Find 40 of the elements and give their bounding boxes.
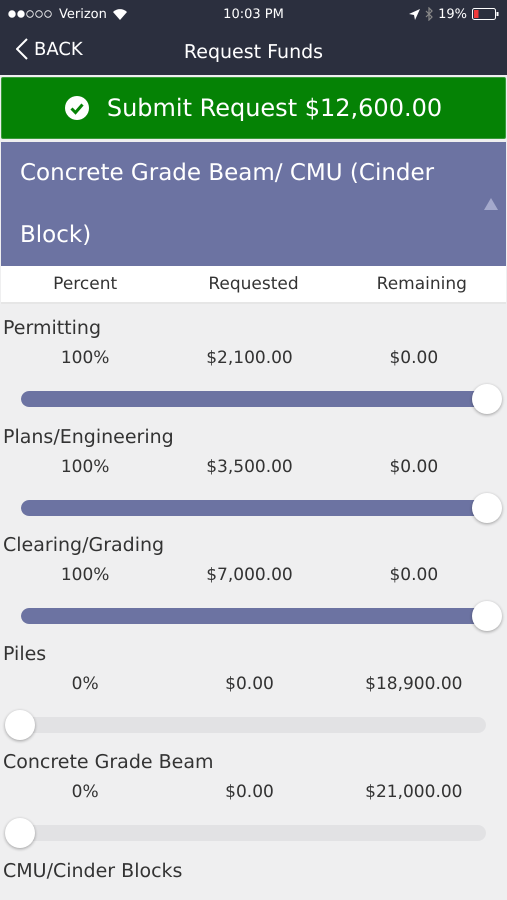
bluetooth-icon bbox=[425, 7, 434, 21]
remaining-amount: $18,900.00 bbox=[364, 674, 464, 694]
percent-value: 100% bbox=[60, 348, 110, 368]
percent-value: 100% bbox=[60, 456, 110, 476]
clock-time: 10:03 PM bbox=[223, 6, 284, 22]
section-header[interactable]: Concrete Grade Beam/ CMU (Cinder Block) bbox=[1, 142, 506, 266]
signal-icon bbox=[8, 10, 54, 18]
wifi-icon bbox=[112, 8, 128, 20]
item-name: Plans/Engineering bbox=[3, 424, 174, 450]
remaining-amount: $21,000.00 bbox=[364, 782, 464, 802]
item-name: Piles bbox=[3, 642, 46, 666]
percent-value: 100% bbox=[60, 565, 110, 585]
requested-amount: $7,000.00 bbox=[205, 565, 294, 585]
battery-percent: 19% bbox=[438, 6, 467, 22]
percent-value: 0% bbox=[70, 674, 100, 694]
chevron-left-icon bbox=[16, 38, 28, 60]
requested-amount: $3,500.00 bbox=[205, 456, 294, 476]
triangle-up-icon bbox=[484, 198, 498, 210]
section-title: Concrete Grade Beam/ CMU (Cinder Block) bbox=[20, 159, 436, 250]
item-name: Permitting bbox=[3, 316, 102, 341]
item-name: CMU/Cinder Blocks bbox=[3, 858, 182, 884]
remaining-amount: $0.00 bbox=[388, 565, 440, 585]
remaining-amount: $0.00 bbox=[388, 456, 440, 476]
carrier-name: Verizon bbox=[59, 6, 107, 22]
location-icon bbox=[409, 8, 420, 20]
check-circle-icon bbox=[64, 96, 89, 120]
submit-request-button[interactable]: Submit Request $12,600.00 bbox=[1, 77, 506, 139]
requested-amount: $0.00 bbox=[224, 674, 275, 694]
back-button[interactable]: BACK bbox=[14, 36, 85, 62]
remaining-amount: $0.00 bbox=[388, 348, 440, 368]
item-name: Concrete Grade Beam bbox=[3, 750, 214, 775]
requested-amount: $2,100.00 bbox=[205, 348, 294, 368]
column-header: Remaining bbox=[376, 274, 468, 294]
item-name: Clearing/Grading bbox=[3, 533, 164, 558]
column-header: Percent bbox=[52, 274, 118, 294]
requested-amount: $0.00 bbox=[224, 782, 275, 802]
screen-title: Request Funds bbox=[184, 40, 324, 62]
battery-icon bbox=[472, 8, 499, 20]
percent-value: 0% bbox=[70, 782, 100, 802]
column-header: Requested bbox=[207, 274, 300, 294]
